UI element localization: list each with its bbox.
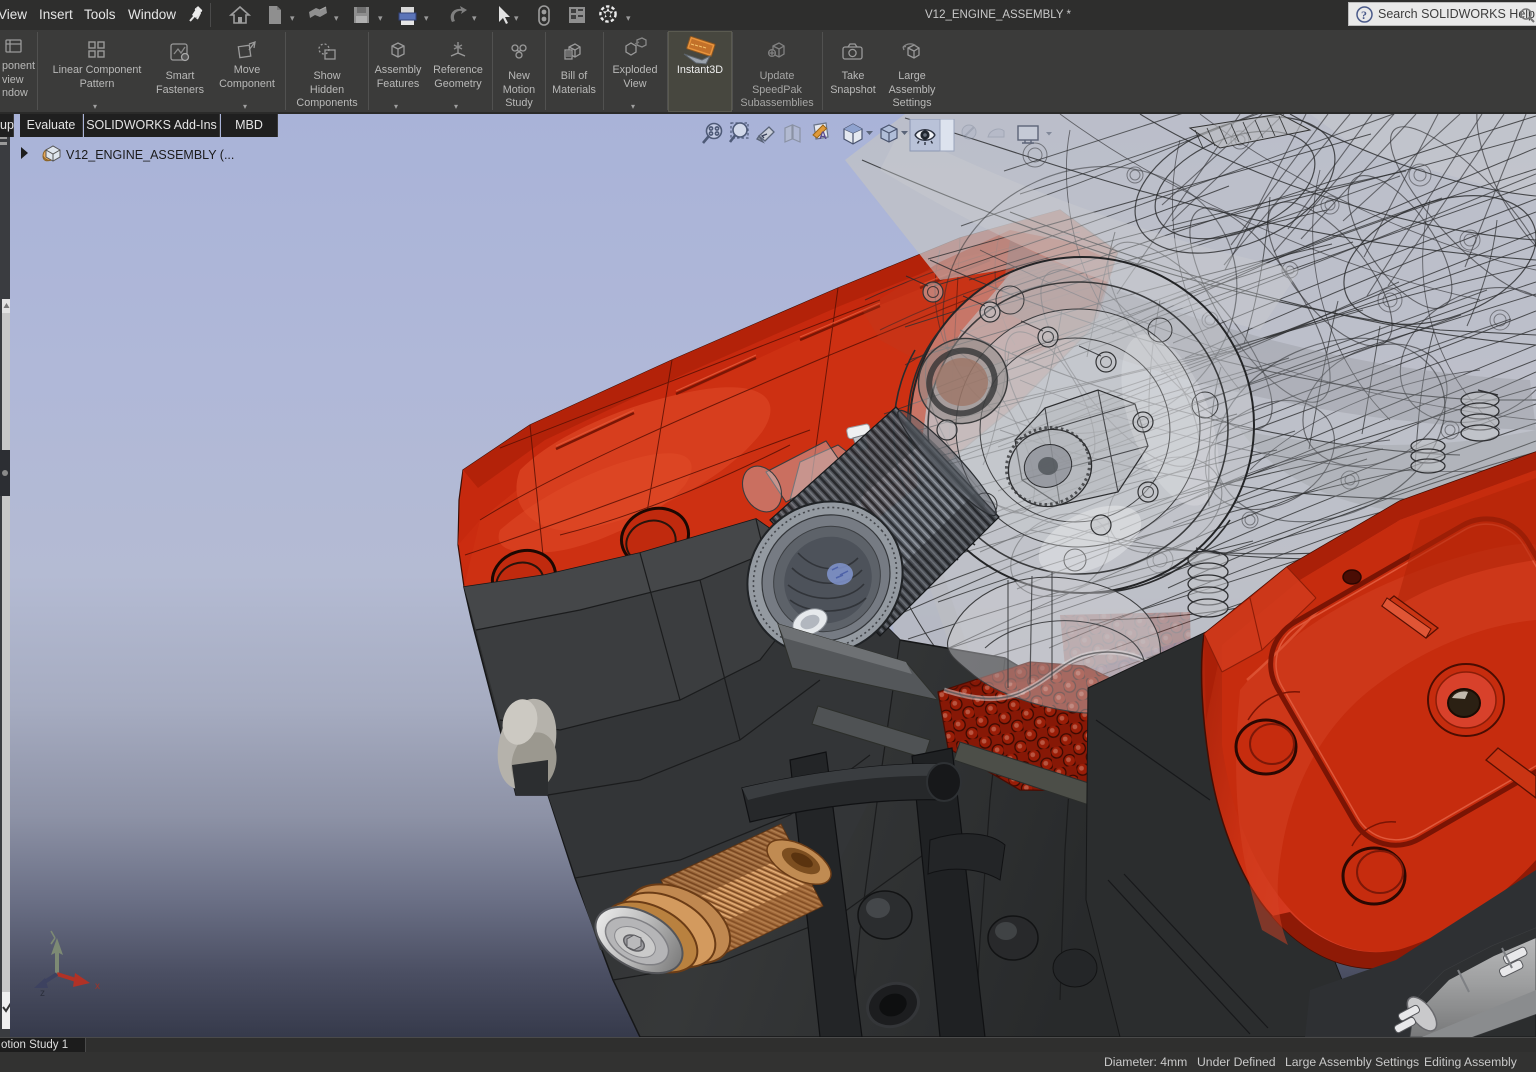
svg-text:x: x: [95, 981, 100, 992]
svg-text:A: A: [819, 130, 827, 142]
svg-text:?: ?: [1361, 8, 1367, 22]
svg-text:V12_ENGINE_ASSEMBLY (...: V12_ENGINE_ASSEMBLY (...: [66, 148, 234, 162]
svg-text:z: z: [40, 988, 45, 999]
